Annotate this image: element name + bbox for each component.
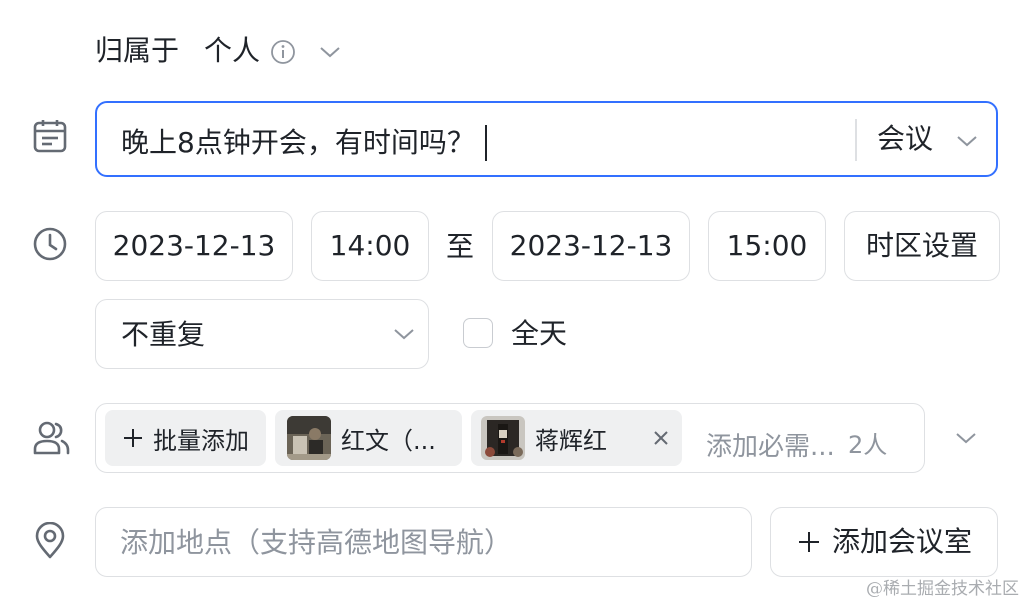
start-time-button[interactable]: 14:00 bbox=[311, 211, 429, 281]
plus-icon bbox=[121, 426, 145, 450]
all-day-checkbox[interactable] bbox=[463, 318, 493, 348]
add-meeting-room-button[interactable]: 添加会议室 bbox=[770, 507, 998, 577]
belongs-value[interactable]: 个人 bbox=[204, 37, 260, 65]
calendar-icon bbox=[32, 118, 68, 154]
avatar bbox=[287, 416, 331, 460]
plus-icon bbox=[796, 529, 822, 555]
title-input[interactable]: 晚上8点钟开会，有时间吗？ bbox=[121, 129, 475, 157]
watermark: @稀土掘金技术社区 bbox=[866, 579, 1019, 599]
attendee-count: 2人 bbox=[848, 431, 888, 459]
timezone-button[interactable]: 时区设置 bbox=[844, 211, 1000, 281]
event-type-select[interactable]: 会议 bbox=[877, 125, 933, 153]
location-pin-icon bbox=[34, 522, 66, 560]
to-label: 至 bbox=[446, 230, 475, 263]
title-field[interactable]: 晚上8点钟开会，有时间吗？ 会议 bbox=[95, 101, 998, 177]
repeat-select[interactable]: 不重复 bbox=[95, 299, 429, 369]
divider bbox=[855, 119, 857, 161]
chevron-down-icon[interactable] bbox=[392, 324, 416, 344]
add-meeting-room-label: 添加会议室 bbox=[831, 525, 972, 558]
start-date: 2023-12-13 bbox=[112, 229, 276, 262]
chevron-down-icon[interactable] bbox=[318, 42, 342, 62]
attendee-search-input[interactable]: 添加必需... bbox=[706, 426, 835, 463]
end-date: 2023-12-13 bbox=[509, 229, 673, 262]
batch-add-label: 批量添加 bbox=[153, 426, 249, 455]
close-icon[interactable] bbox=[653, 430, 669, 446]
end-time-button[interactable]: 15:00 bbox=[708, 211, 826, 281]
info-icon[interactable] bbox=[270, 39, 296, 65]
location-placeholder: 添加地点（支持高德地图导航） bbox=[120, 526, 513, 559]
attendee-name: 蒋辉红 bbox=[535, 426, 607, 455]
chevron-down-icon[interactable] bbox=[954, 428, 978, 448]
start-time: 14:00 bbox=[329, 229, 411, 262]
attendee-chip[interactable]: 红文（... bbox=[275, 410, 462, 466]
chevron-down-icon[interactable] bbox=[955, 131, 979, 151]
timezone-label: 时区设置 bbox=[865, 229, 978, 262]
avatar bbox=[481, 416, 525, 460]
end-date-button[interactable]: 2023-12-13 bbox=[492, 211, 690, 281]
attendee-name: 红文（... bbox=[341, 426, 436, 455]
clock-icon bbox=[32, 226, 68, 262]
batch-add-button[interactable]: 批量添加 bbox=[105, 410, 266, 466]
attendee-chip[interactable]: 蒋辉红 bbox=[471, 410, 682, 466]
belongs-label: 归属于 bbox=[95, 34, 180, 67]
repeat-value: 不重复 bbox=[121, 318, 206, 351]
people-icon bbox=[32, 420, 70, 456]
all-day-label: 全天 bbox=[511, 317, 568, 350]
location-input[interactable]: 添加地点（支持高德地图导航） bbox=[95, 507, 752, 577]
start-date-button[interactable]: 2023-12-13 bbox=[95, 211, 293, 281]
end-time: 15:00 bbox=[726, 229, 808, 262]
text-caret bbox=[484, 125, 487, 161]
